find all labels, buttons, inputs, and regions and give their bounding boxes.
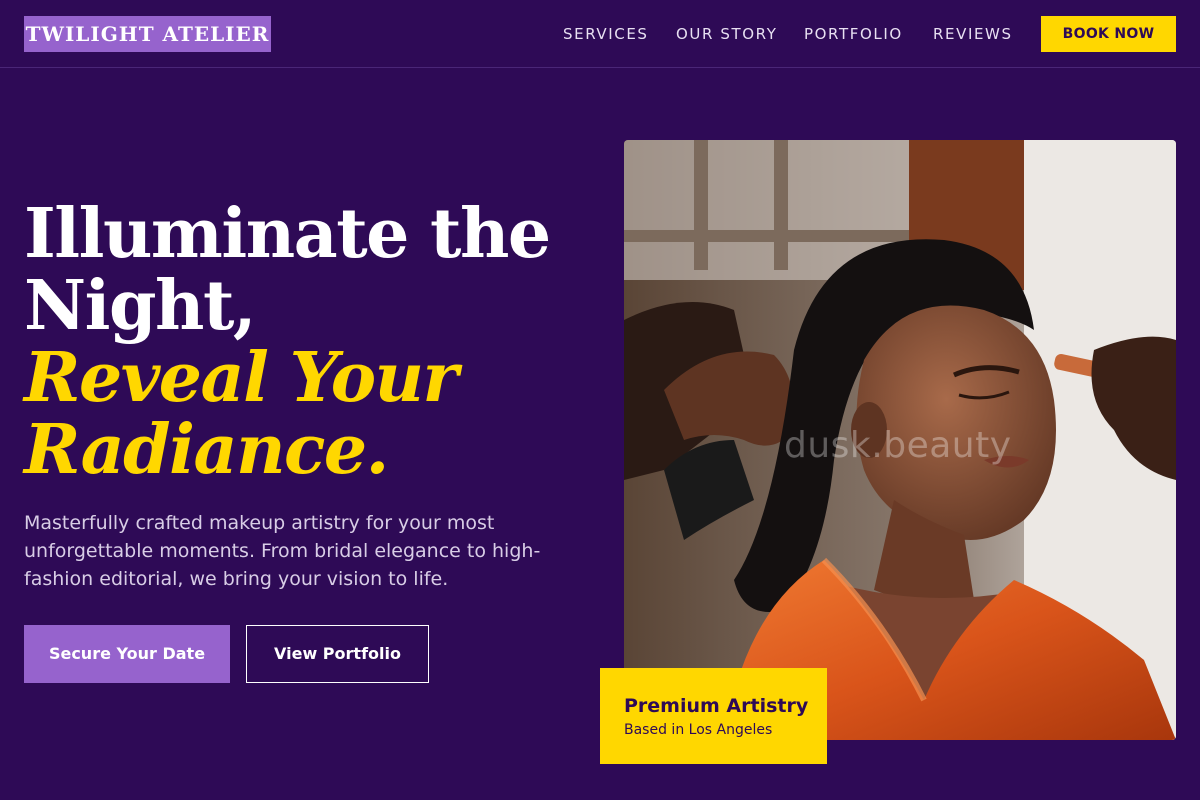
secure-date-button[interactable]: Secure Your Date	[24, 625, 230, 683]
brand-logo[interactable]: TWILIGHT ATELIER	[24, 16, 271, 52]
image-watermark: dusk.beauty	[784, 425, 1012, 466]
book-now-button[interactable]: BOOK NOW	[1041, 16, 1176, 52]
headline-line-1: Illuminate the	[24, 194, 551, 274]
nav-link-services[interactable]: SERVICES	[563, 24, 649, 44]
site-header: TWILIGHT ATELIER SERVICES OUR STORY PORT…	[0, 0, 1200, 68]
nav-link-reviews[interactable]: REVIEWS	[933, 24, 1013, 44]
nav-link-our-story[interactable]: OUR STORY	[676, 24, 778, 44]
hero-headline: Illuminate the Night, Reveal Your Radian…	[24, 198, 584, 486]
view-portfolio-button[interactable]: View Portfolio	[246, 625, 429, 683]
badge-title: Premium Artistry	[624, 695, 809, 717]
nav-link-portfolio[interactable]: PORTFOLIO	[804, 24, 903, 44]
headline-line-2: Night,	[24, 266, 257, 346]
headline-accent-line-2: Radiance.	[24, 410, 389, 490]
hero-description: Masterfully crafted makeup artistry for …	[24, 512, 541, 590]
badge-subtitle: Based in Los Angeles	[624, 722, 773, 738]
headline-accent-line-1: Reveal Your	[24, 338, 458, 418]
premium-artistry-badge: Premium Artistry Based in Los Angeles	[600, 668, 827, 764]
